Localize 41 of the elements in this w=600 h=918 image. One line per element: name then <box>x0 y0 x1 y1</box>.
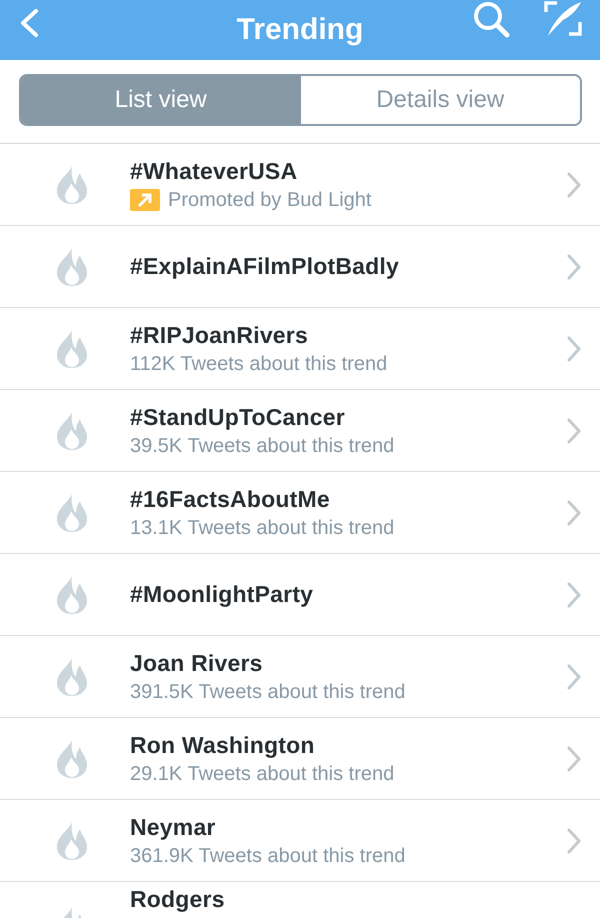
trend-name: #ExplainAFilmPlotBadly <box>130 253 400 280</box>
chevron-icon <box>566 744 582 772</box>
trend-name: #WhateverUSA <box>130 158 298 184</box>
promoted-label: Promoted by Bud Light <box>168 188 372 212</box>
tweet-count: 29.1K Tweets about this trend <box>130 762 396 786</box>
page-title: Trending <box>236 13 364 47</box>
trend-name: #RIPJoanRivers <box>130 322 309 348</box>
promoted-icon <box>130 189 160 211</box>
tweet-count: 361.9K Tweets about this trend <box>130 844 406 868</box>
trend-row[interactable]: #WhateverUSA Promoted by Bud Light <box>0 144 600 225</box>
trend-row[interactable]: Neymar 361.9K Tweets about this trend <box>0 800 600 881</box>
trend-name: Ron Washington <box>130 732 316 758</box>
trend-name: #MoonlightParty <box>130 581 314 608</box>
chevron-icon <box>566 498 582 526</box>
chevron-icon <box>566 826 582 854</box>
chevron-icon <box>566 170 582 198</box>
trend-row[interactable]: #16FactsAboutMe 13.1K Tweets about this trend <box>0 472 600 553</box>
chevron-icon <box>566 662 582 690</box>
tweet-count: 391.5K Tweets about this trend <box>130 680 406 704</box>
trend-name: Joan Rivers <box>130 650 264 676</box>
trend-row[interactable]: Ron Washington 29.1K Tweets about this trend <box>0 718 600 799</box>
trend-row[interactable]: #MoonlightParty <box>0 554 600 635</box>
search-icon[interactable] <box>472 0 512 40</box>
trend-name: #StandUpToCancer <box>130 404 346 430</box>
tweet-count: 13.1K Tweets about this trend <box>130 516 396 540</box>
trend-row[interactable]: Joan Rivers 391.5K Tweets about this trend <box>0 636 600 717</box>
trend-row[interactable]: Rodgers <box>0 882 600 918</box>
trend-name: #16FactsAboutMe <box>130 486 331 512</box>
chevron-icon <box>566 334 582 362</box>
back-icon[interactable] <box>18 8 40 38</box>
trend-row[interactable]: #ExplainAFilmPlotBadly <box>0 226 600 307</box>
trend-row[interactable]: #StandUpToCancer 39.5K Tweets about this trend <box>0 390 600 471</box>
compose-icon[interactable] <box>543 0 583 38</box>
chevron-icon <box>566 580 582 608</box>
tweet-count: 112K Tweets about this trend <box>130 352 388 376</box>
tweet-count: 39.5K Tweets about this trend <box>130 434 396 458</box>
trend-row[interactable]: #RIPJoanRivers 112K Tweets about this trend <box>0 308 600 389</box>
chevron-icon <box>566 416 582 444</box>
chevron-icon <box>566 252 582 280</box>
trend-name: Neymar <box>130 814 217 840</box>
trend-name: Rodgers <box>130 888 226 911</box>
